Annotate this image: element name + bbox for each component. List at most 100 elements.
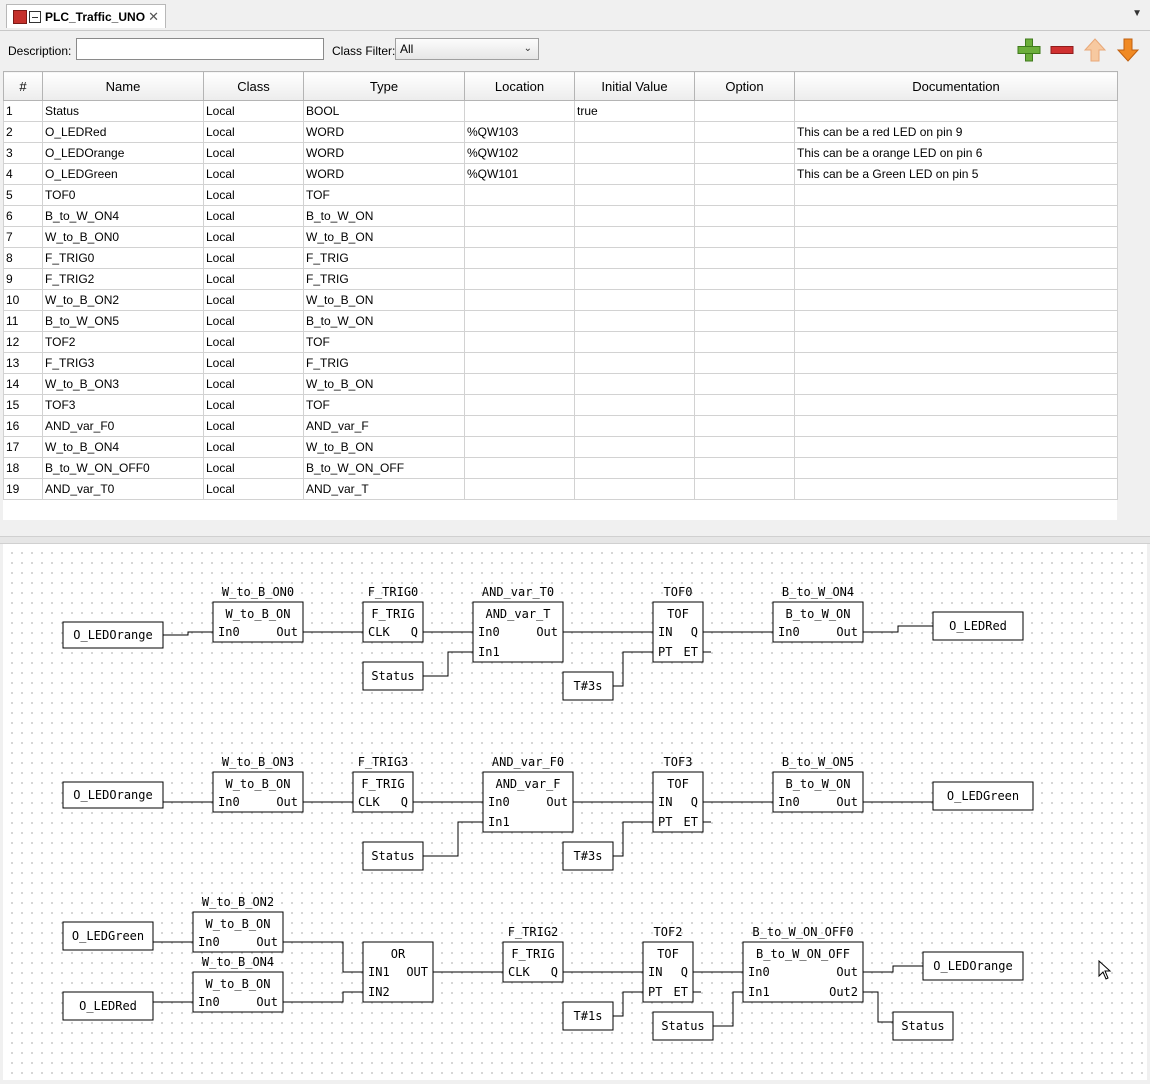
- table-cell[interactable]: W_to_B_ON: [303, 436, 465, 458]
- table-cell[interactable]: [464, 100, 575, 122]
- variable-block[interactable]: O_LEDOrange: [922, 951, 1024, 981]
- table-cell[interactable]: 12: [3, 331, 43, 353]
- table-cell[interactable]: [794, 394, 1118, 416]
- function-block[interactable]: B_to_W_ON4 B_to_W_ON In0 Out: [772, 585, 864, 643]
- table-cell[interactable]: [464, 415, 575, 437]
- table-cell[interactable]: O_LEDOrange: [42, 142, 204, 164]
- description-input[interactable]: [76, 38, 324, 60]
- function-block[interactable]: TOF2 TOF IN PT Q ET: [642, 925, 694, 1003]
- table-cell[interactable]: %QW101: [464, 163, 575, 185]
- table-cell[interactable]: 1: [3, 100, 43, 122]
- table-cell[interactable]: Local: [203, 121, 304, 143]
- table-row[interactable]: 15 TOF3 Local TOF: [3, 394, 1118, 416]
- table-cell[interactable]: TOF: [303, 394, 465, 416]
- table-cell[interactable]: [574, 394, 695, 416]
- table-cell[interactable]: [464, 289, 575, 311]
- table-cell[interactable]: W_to_B_ON2: [42, 289, 204, 311]
- variable-block[interactable]: Status: [892, 1011, 954, 1041]
- table-cell[interactable]: F_TRIG3: [42, 352, 204, 374]
- variable-block[interactable]: O_LEDGreen: [932, 781, 1034, 811]
- variable-block[interactable]: Status: [652, 1011, 714, 1041]
- table-cell[interactable]: 10: [3, 289, 43, 311]
- table-cell[interactable]: Local: [203, 478, 304, 500]
- table-cell[interactable]: 17: [3, 436, 43, 458]
- table-cell[interactable]: F_TRIG2: [42, 268, 204, 290]
- column-header[interactable]: Location: [464, 71, 575, 101]
- table-cell[interactable]: %QW103: [464, 121, 575, 143]
- table-cell[interactable]: [574, 352, 695, 374]
- table-cell[interactable]: [574, 289, 695, 311]
- variable-block[interactable]: T#1s: [562, 1001, 614, 1031]
- table-cell[interactable]: Local: [203, 457, 304, 479]
- table-cell[interactable]: 8: [3, 247, 43, 269]
- table-cell[interactable]: [464, 310, 575, 332]
- table-cell[interactable]: [574, 121, 695, 143]
- table-cell[interactable]: [694, 121, 795, 143]
- table-cell[interactable]: 6: [3, 205, 43, 227]
- table-cell[interactable]: Local: [203, 310, 304, 332]
- column-header[interactable]: Documentation: [794, 71, 1118, 101]
- table-cell[interactable]: [574, 184, 695, 206]
- variable-block[interactable]: Status: [362, 841, 424, 871]
- table-cell[interactable]: 11: [3, 310, 43, 332]
- table-cell[interactable]: Local: [203, 373, 304, 395]
- class-filter-select[interactable]: All ⌄: [395, 38, 539, 60]
- column-header[interactable]: #: [3, 71, 43, 101]
- function-block[interactable]: TOF3 TOF IN PT Q ET: [652, 755, 704, 833]
- table-cell[interactable]: [464, 205, 575, 227]
- table-cell[interactable]: 3: [3, 142, 43, 164]
- function-block[interactable]: F_TRIG2 F_TRIG CLK Q: [502, 925, 564, 983]
- table-cell[interactable]: [574, 205, 695, 227]
- table-cell[interactable]: Local: [203, 184, 304, 206]
- table-cell[interactable]: [694, 100, 795, 122]
- table-cell[interactable]: Local: [203, 100, 304, 122]
- table-cell[interactable]: [694, 415, 795, 437]
- function-block[interactable]: B_to_W_ON5 B_to_W_ON In0 Out: [772, 755, 864, 813]
- table-cell[interactable]: TOF: [303, 331, 465, 353]
- table-cell[interactable]: [794, 331, 1118, 353]
- table-cell[interactable]: Local: [203, 226, 304, 248]
- table-cell[interactable]: [574, 373, 695, 395]
- table-cell[interactable]: 9: [3, 268, 43, 290]
- table-cell[interactable]: %QW102: [464, 142, 575, 164]
- table-cell[interactable]: [694, 268, 795, 290]
- tab-plc-traffic-uno[interactable]: PLC_Traffic_UNO ✕: [6, 4, 166, 28]
- table-cell[interactable]: Local: [203, 163, 304, 185]
- table-row[interactable]: 9 F_TRIG2 Local F_TRIG: [3, 268, 1118, 290]
- column-header[interactable]: Class: [203, 71, 304, 101]
- table-cell[interactable]: [574, 457, 695, 479]
- table-cell[interactable]: [464, 226, 575, 248]
- function-block[interactable]: AND_var_F0 AND_var_F In0 In1 Out: [482, 755, 574, 833]
- table-cell[interactable]: Status: [42, 100, 204, 122]
- column-header[interactable]: Option: [694, 71, 795, 101]
- table-cell[interactable]: WORD: [303, 121, 465, 143]
- table-cell[interactable]: [574, 226, 695, 248]
- table-cell[interactable]: [464, 394, 575, 416]
- table-cell[interactable]: Local: [203, 352, 304, 374]
- table-cell[interactable]: [694, 184, 795, 206]
- table-cell[interactable]: W_to_B_ON: [303, 226, 465, 248]
- table-cell[interactable]: B_to_W_ON_OFF: [303, 457, 465, 479]
- variable-block[interactable]: O_LEDGreen: [62, 921, 154, 951]
- table-cell[interactable]: F_TRIG: [303, 352, 465, 374]
- table-cell[interactable]: W_to_B_ON4: [42, 436, 204, 458]
- table-cell[interactable]: TOF3: [42, 394, 204, 416]
- move-down-button[interactable]: [1115, 37, 1141, 63]
- table-cell[interactable]: [574, 415, 695, 437]
- table-cell[interactable]: 19: [3, 478, 43, 500]
- table-cell[interactable]: Local: [203, 268, 304, 290]
- table-cell[interactable]: [794, 289, 1118, 311]
- table-cell[interactable]: [694, 226, 795, 248]
- table-cell[interactable]: This can be a red LED on pin 9: [794, 121, 1118, 143]
- table-cell[interactable]: [694, 457, 795, 479]
- table-cell[interactable]: This can be a Green LED on pin 5: [794, 163, 1118, 185]
- table-cell[interactable]: [694, 142, 795, 164]
- variable-block[interactable]: O_LEDRed: [62, 991, 154, 1021]
- table-cell[interactable]: [464, 247, 575, 269]
- table-cell[interactable]: TOF2: [42, 331, 204, 353]
- table-cell[interactable]: WORD: [303, 142, 465, 164]
- table-cell[interactable]: [794, 373, 1118, 395]
- table-cell[interactable]: 15: [3, 394, 43, 416]
- table-cell[interactable]: [574, 142, 695, 164]
- table-row[interactable]: 12 TOF2 Local TOF: [3, 331, 1118, 353]
